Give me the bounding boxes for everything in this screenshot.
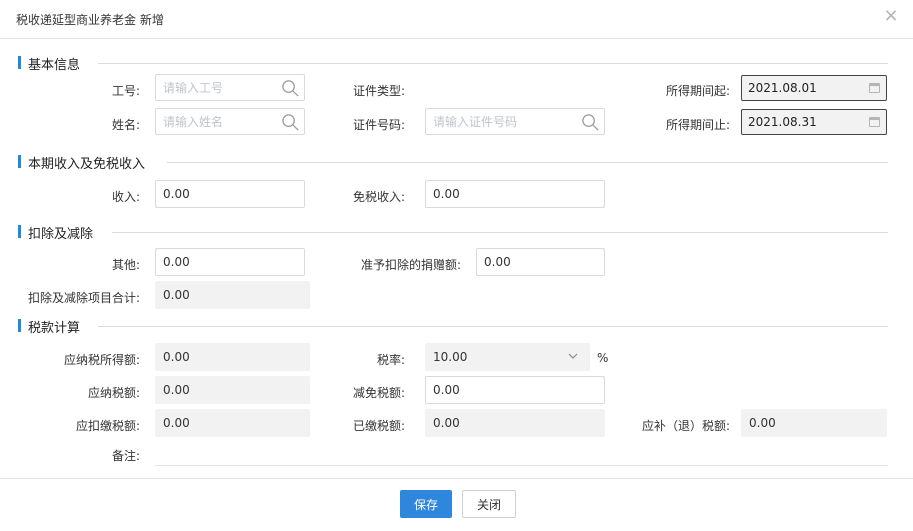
period-end-label: 所得期间止: <box>665 118 730 132</box>
other-value: 0.00 <box>163 255 190 269</box>
period-end-value: 2021.08.31 <box>748 115 817 129</box>
period-start-input[interactable]: 2021.08.01 <box>741 75 887 101</box>
section-line-deduct <box>112 232 888 233</box>
note-label: 备注: <box>111 449 140 463</box>
deduct-total-label: 扣除及减除项目合计: <box>27 291 140 305</box>
withholding-field: 0.00 <box>155 409 310 437</box>
income-input[interactable]: 0.00 <box>155 180 305 208</box>
rate-unit: % <box>597 351 609 365</box>
tax-payable-field: 0.00 <box>155 376 310 404</box>
emp-no-placeholder: 请输入工号 <box>163 81 224 95</box>
id-no-label: 证件号码: <box>352 118 405 132</box>
rate-label: 税率: <box>376 353 405 367</box>
withholding-label: 应扣缴税额: <box>75 419 140 433</box>
emp-no-input[interactable]: 请输入工号 <box>155 74 305 101</box>
donation-input[interactable]: 0.00 <box>476 248 605 276</box>
income-value: 0.00 <box>163 187 190 201</box>
section-title-tax: 税款计算 <box>28 321 81 336</box>
id-type-label: 证件类型: <box>352 84 405 98</box>
tax-relief-label: 减免税额: <box>352 386 405 400</box>
paid-label: 已缴税额: <box>352 419 405 433</box>
dialog-title: 税收递延型商业养老金 新增 <box>16 13 164 27</box>
period-start-value: 2021.08.01 <box>748 81 817 95</box>
other-label: 其他: <box>111 258 140 272</box>
tax-free-input[interactable]: 0.00 <box>425 180 605 208</box>
save-button[interactable]: 保存 <box>400 490 452 518</box>
emp-no-label: 工号: <box>111 84 140 98</box>
rate-value: 10.00 <box>433 350 468 364</box>
withholding-value: 0.00 <box>163 416 190 430</box>
paid-field: 0.00 <box>425 409 605 437</box>
period-end-input[interactable]: 2021.08.31 <box>741 109 887 135</box>
deduct-total-value: 0.00 <box>163 288 190 302</box>
taxable-income-label: 应纳税所得额: <box>63 353 140 367</box>
name-placeholder: 请输入姓名 <box>163 115 224 129</box>
id-no-input[interactable]: 请输入证件号码 <box>425 108 605 135</box>
section-marker-deduct <box>18 225 21 238</box>
search-icon[interactable] <box>281 79 300 98</box>
other-input[interactable]: 0.00 <box>155 248 305 276</box>
refund-field: 0.00 <box>741 409 887 437</box>
note-underline <box>155 465 888 466</box>
period-start-label: 所得期间起: <box>665 84 730 98</box>
header-divider <box>0 38 913 39</box>
section-marker-income <box>18 155 21 168</box>
section-marker-basic <box>18 56 21 69</box>
deduct-total-field: 0.00 <box>155 281 310 309</box>
section-line-tax <box>98 326 888 327</box>
close-button[interactable]: 关闭 <box>462 490 516 518</box>
section-line-income <box>167 162 888 163</box>
income-label: 收入: <box>111 190 140 204</box>
section-marker-tax <box>18 319 21 332</box>
section-title-basic: 基本信息 <box>28 58 81 73</box>
calendar-icon[interactable] <box>869 117 880 127</box>
tax-payable-label: 应纳税额: <box>87 386 140 400</box>
note-input[interactable] <box>155 440 888 464</box>
refund-value: 0.00 <box>749 416 776 430</box>
donation-value: 0.00 <box>484 255 511 269</box>
tax-payable-value: 0.00 <box>163 383 190 397</box>
name-label: 姓名: <box>111 118 140 132</box>
close-icon[interactable]: × <box>880 5 902 27</box>
calendar-icon[interactable] <box>869 83 880 93</box>
taxable-income-value: 0.00 <box>163 350 190 364</box>
tax-free-label: 免税收入: <box>352 190 405 204</box>
footer-divider <box>0 478 913 479</box>
search-icon[interactable] <box>581 113 600 132</box>
id-no-placeholder: 请输入证件号码 <box>433 115 518 129</box>
taxable-income-field: 0.00 <box>155 343 310 371</box>
refund-label: 应补（退）税额: <box>641 419 730 433</box>
search-icon[interactable] <box>281 113 300 132</box>
tax-free-value: 0.00 <box>433 187 460 201</box>
rate-select[interactable]: 10.00 <box>425 343 590 371</box>
name-input[interactable]: 请输入姓名 <box>155 108 305 135</box>
section-title-income: 本期收入及免税收入 <box>28 157 146 172</box>
section-line-basic <box>98 63 888 64</box>
tax-relief-value: 0.00 <box>433 383 460 397</box>
tax-relief-input[interactable]: 0.00 <box>425 376 605 404</box>
paid-value: 0.00 <box>433 416 460 430</box>
section-title-deduct: 扣除及减除 <box>28 227 94 242</box>
donation-label: 准予扣除的捐赠额: <box>360 258 461 272</box>
chevron-down-icon[interactable] <box>568 353 578 359</box>
